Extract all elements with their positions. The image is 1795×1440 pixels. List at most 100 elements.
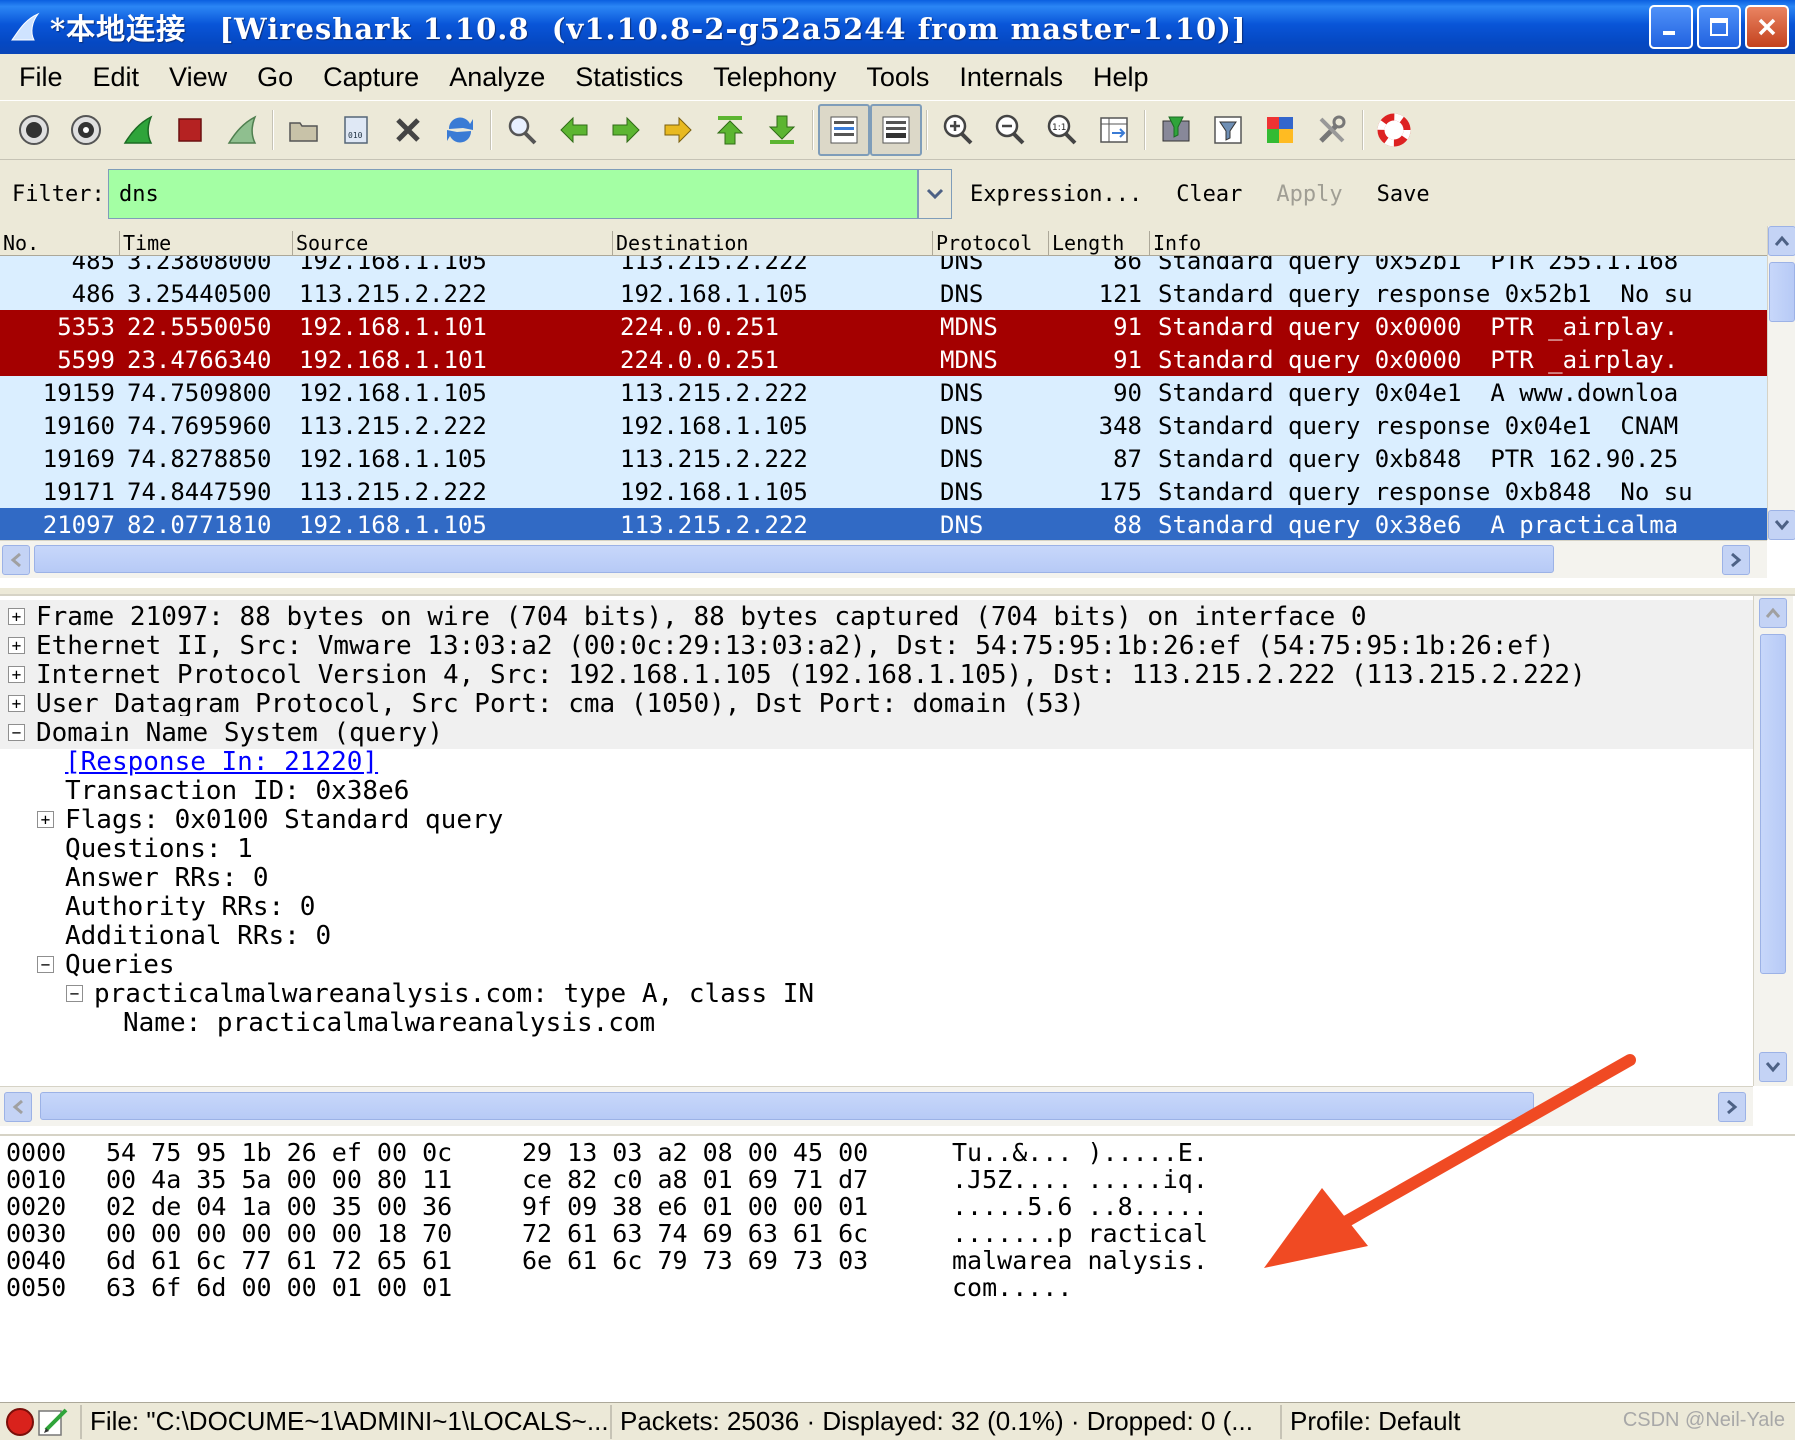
packet-list-hscroll[interactable] <box>0 540 1767 578</box>
go-forward-button[interactable] <box>600 104 652 156</box>
packet-row[interactable]: 19160 74.7695960 113.215.2.222 192.168.1.10… <box>0 409 1767 442</box>
menu-telephony[interactable]: Telephony <box>698 62 851 93</box>
scroll-thumb[interactable] <box>1760 634 1786 974</box>
packet-row[interactable]: 21097 82.0771810 192.168.1.105 113.215.2.22… <box>0 508 1767 540</box>
packet-list-vscroll[interactable] <box>1767 226 1795 540</box>
packet-list-pane[interactable]: No. Time Source Destination Protocol Len… <box>0 226 1795 588</box>
hex-dump-hex1[interactable]: 00 4a 35 5a 00 00 80 11 <box>106 1165 452 1194</box>
hex-dump-hex1[interactable]: 6d 61 6c 77 61 72 65 61 <box>106 1246 452 1275</box>
status-profile[interactable]: Profile: Default <box>1280 1404 1580 1439</box>
go-to-packet-button[interactable] <box>652 104 704 156</box>
title-bar[interactable]: *本地连接 [Wireshark 1.10.8 (v1.10.8-2-g52a5… <box>0 0 1795 54</box>
close-window-button[interactable] <box>1745 5 1789 49</box>
scroll-thumb[interactable] <box>34 545 1554 573</box>
expand-icon[interactable]: + <box>37 811 54 828</box>
minimize-button[interactable] <box>1649 5 1693 49</box>
expert-info-icon[interactable] <box>4 1406 36 1438</box>
scroll-left-button[interactable] <box>4 1092 32 1122</box>
display-filter-input[interactable] <box>108 169 918 219</box>
restart-capture-button[interactable] <box>216 104 268 156</box>
apply-filter-button[interactable]: Apply <box>1276 182 1342 207</box>
hex-dump-ascii[interactable]: .J5Z.... .....iq. <box>952 1165 1208 1194</box>
hex-dump-hex1[interactable]: 54 75 95 1b 26 ef 00 0c <box>106 1138 452 1167</box>
find-packet-button[interactable] <box>496 104 548 156</box>
collapse-icon[interactable]: − <box>66 985 83 1002</box>
preferences-button[interactable] <box>1306 104 1358 156</box>
column-header-length[interactable]: Length <box>1048 231 1124 255</box>
colorize-button[interactable] <box>818 104 870 156</box>
go-back-button[interactable] <box>548 104 600 156</box>
display-filters-button[interactable] <box>1202 104 1254 156</box>
column-header-source[interactable]: Source <box>292 231 368 255</box>
reload-button[interactable] <box>434 104 486 156</box>
capture-options-button[interactable] <box>60 104 112 156</box>
expand-icon[interactable]: + <box>8 608 25 625</box>
hex-dump-ascii[interactable]: com..... <box>952 1273 1072 1302</box>
menu-capture[interactable]: Capture <box>308 62 434 93</box>
hex-dump-ascii[interactable]: Tu..&... ).....E. <box>952 1138 1208 1167</box>
clear-filter-button[interactable]: Clear <box>1176 182 1242 207</box>
maximize-button[interactable] <box>1697 5 1741 49</box>
menu-go[interactable]: Go <box>242 62 308 93</box>
packet-row[interactable]: 485 3.23808000 192.168.1.105 113.215.2.222 D… <box>0 256 1767 277</box>
detail-tree-row[interactable]: Name: practicalmalwareanalysis.com <box>0 1006 1753 1039</box>
scroll-left-button[interactable] <box>2 545 30 575</box>
expression-button[interactable]: Expression... <box>970 182 1142 207</box>
interfaces-button[interactable] <box>8 104 60 156</box>
menu-statistics[interactable]: Statistics <box>560 62 698 93</box>
collapse-icon[interactable]: − <box>8 724 25 741</box>
hex-dump-hex1[interactable]: 02 de 04 1a 00 35 00 36 <box>106 1192 452 1221</box>
packet-row[interactable]: 19171 74.8447590 113.215.2.222 192.168.1.10… <box>0 475 1767 508</box>
save-filter-button[interactable]: Save <box>1377 182 1430 207</box>
column-header-protocol[interactable]: Protocol <box>932 231 1032 255</box>
hex-dump-hex2[interactable]: 9f 09 38 e6 01 00 00 01 <box>522 1192 868 1221</box>
hex-dump-hex2[interactable]: ce 82 c0 a8 01 69 71 d7 <box>522 1165 868 1194</box>
scroll-right-button[interactable] <box>1722 545 1750 575</box>
stop-capture-button[interactable] <box>164 104 216 156</box>
menu-help[interactable]: Help <box>1078 62 1164 93</box>
column-header-destination[interactable]: Destination <box>612 231 748 255</box>
hex-dump-hex2[interactable]: 6e 61 6c 79 73 69 73 03 <box>522 1246 868 1275</box>
save-file-button[interactable]: 010 <box>330 104 382 156</box>
start-capture-button[interactable] <box>112 104 164 156</box>
menu-analyze[interactable]: Analyze <box>434 62 560 93</box>
menu-edit[interactable]: Edit <box>78 62 155 93</box>
scroll-right-button[interactable] <box>1718 1092 1746 1122</box>
packet-row[interactable]: 19169 74.8278850 192.168.1.105 113.215.2.22… <box>0 442 1767 475</box>
expand-icon[interactable]: + <box>8 637 25 654</box>
auto-scroll-button[interactable] <box>870 104 922 156</box>
packet-row[interactable]: 5599 23.4766340 192.168.1.101 224.0.0.251 MD… <box>0 343 1767 376</box>
coloring-rules-button[interactable] <box>1254 104 1306 156</box>
details-vscroll[interactable] <box>1753 596 1793 1086</box>
menu-file[interactable]: File <box>4 62 78 93</box>
response-in-link[interactable]: [Response In: 21220] <box>65 747 378 777</box>
close-file-button[interactable] <box>382 104 434 156</box>
scroll-thumb[interactable] <box>1769 262 1795 322</box>
zoom-in-button[interactable] <box>932 104 984 156</box>
hex-dump-hex2[interactable]: 72 61 63 74 69 63 61 6c <box>522 1219 868 1248</box>
hex-dump-ascii[interactable]: .......p ractical <box>952 1219 1208 1248</box>
column-header-info[interactable]: Info <box>1149 231 1201 255</box>
hex-dump-ascii[interactable]: .....5.6 ..8..... <box>952 1192 1208 1221</box>
menu-tools[interactable]: Tools <box>851 62 944 93</box>
packet-row[interactable]: 19159 74.7509800 192.168.1.105 113.215.2.22… <box>0 376 1767 409</box>
resize-columns-button[interactable] <box>1088 104 1140 156</box>
scroll-down-button[interactable] <box>1759 1052 1787 1082</box>
column-header-no[interactable]: No. <box>0 231 39 255</box>
normal-size-button[interactable]: 1:1 <box>1036 104 1088 156</box>
hex-dump-hex1[interactable]: 63 6f 6d 00 00 01 00 01 <box>106 1273 452 1302</box>
menu-internals[interactable]: Internals <box>944 62 1078 93</box>
hex-dump-hex1[interactable]: 00 00 00 00 00 00 18 70 <box>106 1219 452 1248</box>
expand-icon[interactable]: + <box>8 695 25 712</box>
go-last-button[interactable] <box>756 104 808 156</box>
capture-filters-button[interactable] <box>1150 104 1202 156</box>
go-first-button[interactable] <box>704 104 756 156</box>
filter-history-dropdown[interactable] <box>918 169 952 219</box>
menu-view[interactable]: View <box>154 62 242 93</box>
packet-row[interactable]: 486 3.25440500 113.215.2.222 192.168.1.105 D… <box>0 277 1767 310</box>
collapse-icon[interactable]: − <box>37 956 54 973</box>
help-button[interactable] <box>1368 104 1420 156</box>
capture-comment-icon[interactable] <box>36 1406 72 1438</box>
zoom-out-button[interactable] <box>984 104 1036 156</box>
column-header-time[interactable]: Time <box>119 231 171 255</box>
